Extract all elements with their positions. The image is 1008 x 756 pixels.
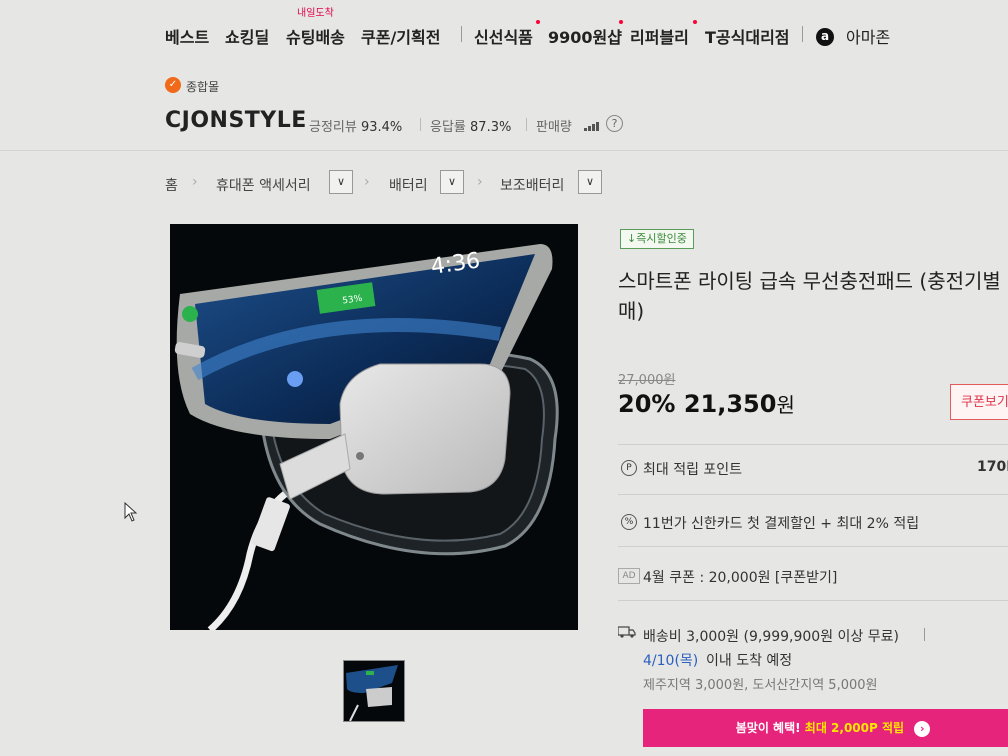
divider — [618, 444, 1008, 445]
nav-shooting-delivery[interactable]: 슈팅배송 — [286, 24, 345, 48]
max-points-label: 최대 적립 포인트 — [643, 462, 743, 478]
shipping-divider — [924, 628, 925, 641]
shooting-delivery-badge: 내일도착 — [297, 8, 334, 19]
breadcrumb-home[interactable]: 홈 — [165, 175, 178, 195]
breadcrumb-power-bank[interactable]: 보조배터리 — [500, 175, 564, 195]
chevron-down-icon[interactable]: ∨ — [440, 170, 464, 194]
mouse-cursor-icon — [124, 502, 138, 522]
divider — [618, 600, 1008, 601]
sales-label: 판매량 — [536, 120, 572, 135]
price-unit: 원 — [776, 393, 795, 417]
instant-discount-badge: ↓즉시할인중 — [620, 229, 694, 249]
nav-divider — [802, 26, 803, 42]
chevron-right-icon: › — [914, 720, 931, 737]
points-icon: P — [621, 460, 637, 476]
new-dot — [693, 20, 697, 24]
breadcrumb-phone-accessories[interactable]: 휴대폰 액세서리 — [216, 175, 311, 195]
sale-price: 20% 21,350원 — [618, 389, 795, 418]
divider — [618, 546, 1008, 547]
chevron-down-icon[interactable]: ∨ — [578, 170, 602, 194]
nav-refurbly[interactable]: 리퍼블리 — [630, 24, 689, 48]
nav-divider — [461, 26, 462, 42]
review-value: 93.4% — [360, 120, 403, 135]
response-value: 87.3% — [470, 120, 512, 135]
original-price: 27,000원 — [618, 373, 676, 388]
discount-rate: 20% — [618, 390, 676, 418]
arrival-date: 4/10(목) — [643, 653, 699, 669]
seller-name-link[interactable]: CJONSTYLE — [165, 108, 307, 133]
sales-level-icon — [584, 119, 602, 131]
check-badge-icon: ✓ — [165, 77, 181, 93]
nav-amazon[interactable]: 아마존 — [846, 24, 890, 48]
truck-icon — [618, 626, 636, 638]
nav-t-official-store[interactable]: T공식대리점 — [705, 24, 790, 48]
price-value: 21,350 — [683, 390, 777, 418]
shipping-fee: 배송비 3,000원 (9,999,900원 이상 무료) — [643, 629, 899, 645]
nav-9900-shop[interactable]: 9900원샵 — [548, 24, 622, 48]
nav-fresh-food[interactable]: 신선식품 — [474, 24, 533, 48]
card-discount-text[interactable]: 11번가 신한카드 첫 결제할인 + 최대 2% 적립 — [643, 513, 919, 533]
response-stat: 응답률 87.3% — [430, 116, 511, 135]
nav-coupon-promotion[interactable]: 쿠폰/기획전 — [361, 24, 440, 48]
wireless-charger-photo: 53% 4:36 — [174, 244, 559, 630]
remote-area-fee: 제주지역 3,000원, 도서산간지역 5,000원 — [643, 678, 878, 693]
seller-info — [0, 62, 1008, 151]
stat-divider — [526, 118, 527, 131]
stat-divider — [420, 118, 421, 131]
ad-tag: AD — [618, 568, 640, 584]
review-stat: 긍정리뷰 93.4% — [309, 116, 402, 135]
product-thumbnail[interactable] — [343, 660, 405, 722]
chevron-down-icon[interactable]: ∨ — [329, 170, 353, 194]
promo-lead: 봄맞이 혜택! — [735, 721, 801, 735]
product-main-image[interactable]: 53% 4:36 — [170, 224, 578, 630]
nav-best[interactable]: 베스트 — [165, 24, 209, 48]
review-label: 긍정리뷰 — [309, 120, 357, 135]
help-icon[interactable]: ? — [606, 115, 623, 132]
chevron-right-icon: › — [477, 174, 483, 190]
nav-shocking-deal[interactable]: 쇼킹딜 — [225, 24, 269, 48]
divider — [618, 494, 1008, 495]
response-label: 응답률 — [430, 120, 466, 135]
thumbnail-photo — [346, 665, 398, 721]
top-category-nav: 베스트 쇼킹딜 내일도착 슈팅배송 쿠폰/기획전 신선식품 9900원샵 리퍼블… — [0, 0, 1008, 62]
seller-badge-label: 종합몰 — [186, 80, 220, 94]
chevron-right-icon: › — [364, 174, 370, 190]
promo-text: 최대 2,000P 적립 — [804, 721, 905, 735]
card-discount-icon: % — [621, 514, 637, 530]
breadcrumb-battery[interactable]: 배터리 — [389, 175, 428, 195]
coupon-view-button[interactable]: 쿠폰보기 — [950, 384, 1008, 420]
new-dot — [536, 20, 540, 24]
april-coupon-text[interactable]: 4월 쿠폰 : 20,000원 [쿠폰받기] — [643, 567, 837, 587]
new-dot — [619, 20, 623, 24]
amazon-logo-icon: a — [816, 28, 834, 46]
product-title: 스마트폰 라이팅 급속 무선충전패드 (충전기별매) — [618, 269, 1001, 323]
max-points-value: 170P — [977, 459, 1008, 475]
arrival-text: 이내 도착 예정 — [706, 653, 793, 669]
spring-promo-banner[interactable]: 봄맞이 혜택! 최대 2,000P 적립 › — [643, 709, 1008, 747]
chevron-right-icon: › — [192, 174, 198, 190]
